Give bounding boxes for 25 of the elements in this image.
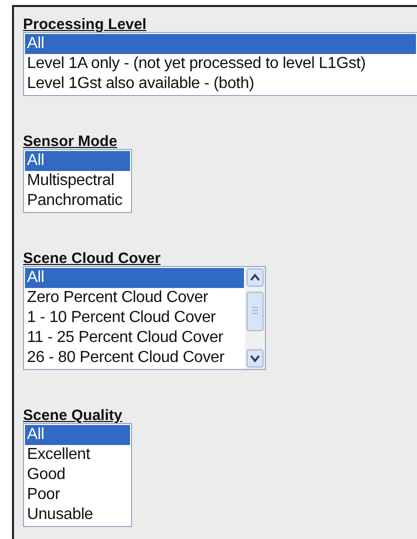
- list-option[interactable]: Good: [25, 465, 130, 485]
- list-option[interactable]: Excellent: [25, 445, 130, 465]
- list-option[interactable]: All: [25, 268, 244, 288]
- list-box[interactable]: All Zero Percent Cloud Cover 1 - 10 Percent Cloud Cover 11 - 25 Percent Cloud Cover 26 - 80 Percent Cloud Cover: [23, 266, 266, 370]
- list-option[interactable]: Level 1A only - (not yet processed to level L1Gst): [25, 54, 416, 74]
- list-option[interactable]: 1 - 10 Percent Cloud Cover: [25, 308, 244, 328]
- list-option[interactable]: Multispectral: [25, 171, 130, 191]
- list-box[interactable]: All Level 1A only - (not yet processed to level L1Gst) Level 1Gst also available - (both): [23, 32, 417, 96]
- scrollbar[interactable]: [245, 267, 265, 369]
- section-heading: Scene Quality: [23, 406, 122, 425]
- list-box[interactable]: All Excellent Good Poor Unusable: [23, 423, 132, 527]
- list-option[interactable]: 11 - 25 Percent Cloud Cover: [25, 328, 244, 348]
- list-option[interactable]: Unusable: [25, 505, 130, 525]
- list-option[interactable]: Panchromatic: [25, 191, 130, 211]
- list-option[interactable]: Level 1Gst also available - (both): [25, 74, 416, 94]
- list-box[interactable]: All Multispectral Panchromatic: [23, 149, 132, 213]
- section-heading: Scene Cloud Cover: [23, 249, 161, 268]
- list-option[interactable]: 26 - 80 Percent Cloud Cover: [25, 348, 244, 368]
- section-heading: Sensor Mode: [23, 132, 118, 151]
- section-heading: Processing Level: [23, 15, 146, 34]
- list-option[interactable]: All: [25, 151, 130, 171]
- list-option[interactable]: Zero Percent Cloud Cover: [25, 288, 244, 308]
- list-option[interactable]: Poor: [25, 485, 130, 505]
- list-option[interactable]: All: [25, 425, 130, 445]
- list-option[interactable]: All: [25, 34, 416, 54]
